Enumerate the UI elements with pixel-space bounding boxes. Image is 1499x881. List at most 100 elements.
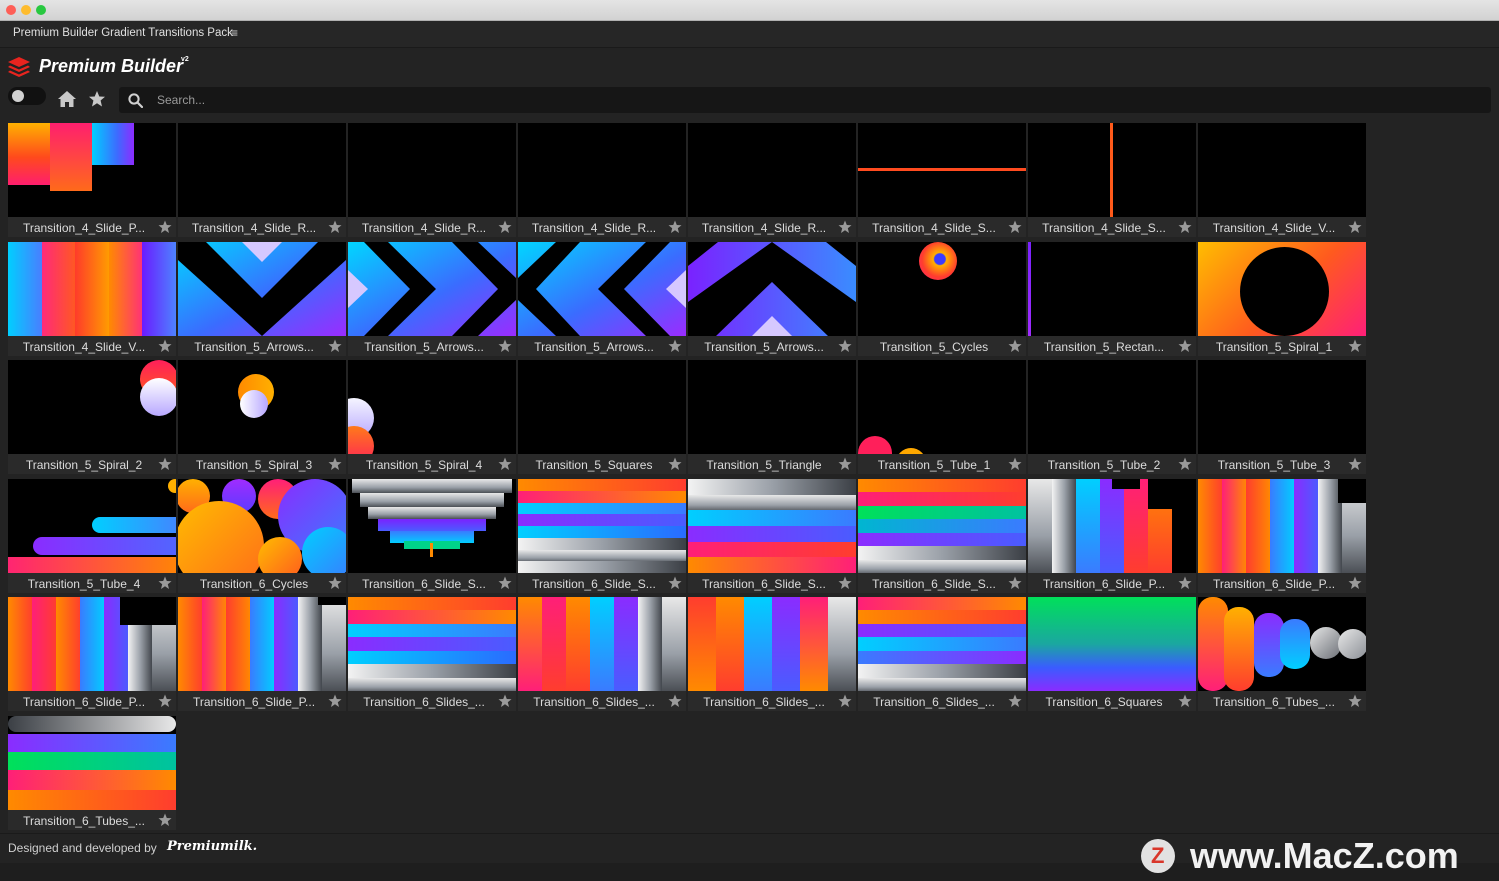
transition-thumbnail[interactable] (858, 123, 1026, 217)
hamburger-icon[interactable]: ≡ (231, 26, 238, 40)
transition-thumbnail[interactable] (858, 597, 1026, 691)
favorite-star-icon[interactable] (328, 457, 342, 471)
transition-tile[interactable]: Transition_4_Slide_R... (518, 123, 686, 237)
favorite-star-icon[interactable] (668, 576, 682, 590)
transition-thumbnail[interactable] (518, 123, 686, 217)
favorite-star-icon[interactable] (838, 694, 852, 708)
favorite-star-icon[interactable] (1178, 694, 1192, 708)
favorites-star-icon[interactable] (88, 90, 106, 108)
transition-thumbnail[interactable] (8, 716, 176, 810)
favorite-star-icon[interactable] (1178, 339, 1192, 353)
transition-tile[interactable]: Transition_5_Cycles (858, 242, 1026, 356)
transition-tile[interactable]: Transition_5_Arrows... (688, 242, 856, 356)
transition-thumbnail[interactable] (688, 123, 856, 217)
transition-thumbnail[interactable] (858, 360, 1026, 454)
transition-thumbnail[interactable] (1198, 479, 1366, 573)
transition-tile[interactable]: Transition_4_Slide_V... (8, 242, 176, 356)
transition-thumbnail[interactable] (178, 479, 346, 573)
transition-thumbnail[interactable] (688, 242, 856, 336)
transition-tile[interactable]: Transition_4_Slide_R... (178, 123, 346, 237)
transition-tile[interactable]: Transition_5_Squares (518, 360, 686, 474)
transition-thumbnail[interactable] (1198, 242, 1366, 336)
close-window-button[interactable] (6, 5, 16, 15)
transition-thumbnail[interactable] (8, 479, 176, 573)
transition-tile[interactable]: Transition_6_Tubes_... (1198, 597, 1366, 711)
transition-tile[interactable]: Transition_6_Slide_S... (518, 479, 686, 593)
favorite-star-icon[interactable] (328, 576, 342, 590)
favorite-star-icon[interactable] (328, 694, 342, 708)
transition-tile[interactable]: Transition_6_Slides_... (688, 597, 856, 711)
favorite-star-icon[interactable] (1008, 220, 1022, 234)
transition-thumbnail[interactable] (858, 242, 1026, 336)
transition-tile[interactable]: Transition_6_Slides_... (348, 597, 516, 711)
transition-tile[interactable]: Transition_6_Cycles (178, 479, 346, 593)
transition-tile[interactable]: Transition_5_Rectan... (1028, 242, 1196, 356)
transition-thumbnail[interactable] (688, 479, 856, 573)
home-icon[interactable] (57, 90, 77, 108)
transition-thumbnail[interactable] (1028, 360, 1196, 454)
favorite-star-icon[interactable] (1348, 339, 1362, 353)
transition-thumbnail[interactable] (518, 597, 686, 691)
favorite-star-icon[interactable] (158, 339, 172, 353)
favorite-star-icon[interactable] (838, 457, 852, 471)
transition-thumbnail[interactable] (1198, 360, 1366, 454)
transition-tile[interactable]: Transition_6_Slide_P... (8, 597, 176, 711)
transition-tile[interactable]: Transition_5_Arrows... (178, 242, 346, 356)
favorite-star-icon[interactable] (1008, 457, 1022, 471)
favorite-star-icon[interactable] (668, 457, 682, 471)
transition-thumbnail[interactable] (348, 597, 516, 691)
transition-thumbnail[interactable] (688, 360, 856, 454)
transition-tile[interactable]: Transition_5_Spiral_4 (348, 360, 516, 474)
transition-tile[interactable]: Transition_5_Spiral_1 (1198, 242, 1366, 356)
favorite-star-icon[interactable] (668, 694, 682, 708)
transition-tile[interactable]: Transition_4_Slide_P... (8, 123, 176, 237)
favorite-star-icon[interactable] (1178, 220, 1192, 234)
transition-tile[interactable]: Transition_4_Slide_S... (858, 123, 1026, 237)
transition-tile[interactable]: Transition_6_Squares (1028, 597, 1196, 711)
favorite-star-icon[interactable] (498, 694, 512, 708)
favorite-star-icon[interactable] (1348, 457, 1362, 471)
favorite-star-icon[interactable] (328, 339, 342, 353)
transition-tile[interactable]: Transition_4_Slide_R... (348, 123, 516, 237)
transition-thumbnail[interactable] (178, 597, 346, 691)
favorite-star-icon[interactable] (1178, 576, 1192, 590)
transition-tile[interactable]: Transition_5_Tube_2 (1028, 360, 1196, 474)
favorite-star-icon[interactable] (158, 220, 172, 234)
favorite-star-icon[interactable] (328, 220, 342, 234)
transition-thumbnail[interactable] (348, 360, 516, 454)
transition-thumbnail[interactable] (178, 123, 346, 217)
favorite-star-icon[interactable] (1178, 457, 1192, 471)
transition-tile[interactable]: Transition_4_Slide_V... (1198, 123, 1366, 237)
transition-thumbnail[interactable] (518, 242, 686, 336)
transition-thumbnail[interactable] (178, 360, 346, 454)
favorite-star-icon[interactable] (1348, 576, 1362, 590)
transition-tile[interactable]: Transition_6_Slide_S... (348, 479, 516, 593)
transition-tile[interactable]: Transition_5_Spiral_3 (178, 360, 346, 474)
favorite-star-icon[interactable] (838, 339, 852, 353)
transition-thumbnail[interactable] (8, 242, 176, 336)
transition-thumbnail[interactable] (178, 242, 346, 336)
transition-thumbnail[interactable] (518, 360, 686, 454)
transition-tile[interactable]: Transition_5_Spiral_2 (8, 360, 176, 474)
favorite-star-icon[interactable] (838, 220, 852, 234)
transition-thumbnail[interactable] (858, 479, 1026, 573)
transition-thumbnail[interactable] (688, 597, 856, 691)
favorite-star-icon[interactable] (498, 457, 512, 471)
transition-tile[interactable]: Transition_5_Arrows... (518, 242, 686, 356)
transition-tile[interactable]: Transition_5_Arrows... (348, 242, 516, 356)
favorite-star-icon[interactable] (498, 576, 512, 590)
maximize-window-button[interactable] (36, 5, 46, 15)
transition-thumbnail[interactable] (8, 360, 176, 454)
favorite-star-icon[interactable] (1008, 576, 1022, 590)
transition-tile[interactable]: Transition_4_Slide_R... (688, 123, 856, 237)
favorite-star-icon[interactable] (1348, 220, 1362, 234)
transition-thumbnail[interactable] (348, 479, 516, 573)
minimize-window-button[interactable] (21, 5, 31, 15)
favorite-star-icon[interactable] (158, 694, 172, 708)
transition-thumbnail[interactable] (1028, 123, 1196, 217)
favorite-star-icon[interactable] (1008, 339, 1022, 353)
transition-tile[interactable]: Transition_6_Slide_P... (1028, 479, 1196, 593)
transition-thumbnail[interactable] (1028, 597, 1196, 691)
mode-toggle[interactable] (8, 87, 46, 105)
transition-tile[interactable]: Transition_4_Slide_S... (1028, 123, 1196, 237)
